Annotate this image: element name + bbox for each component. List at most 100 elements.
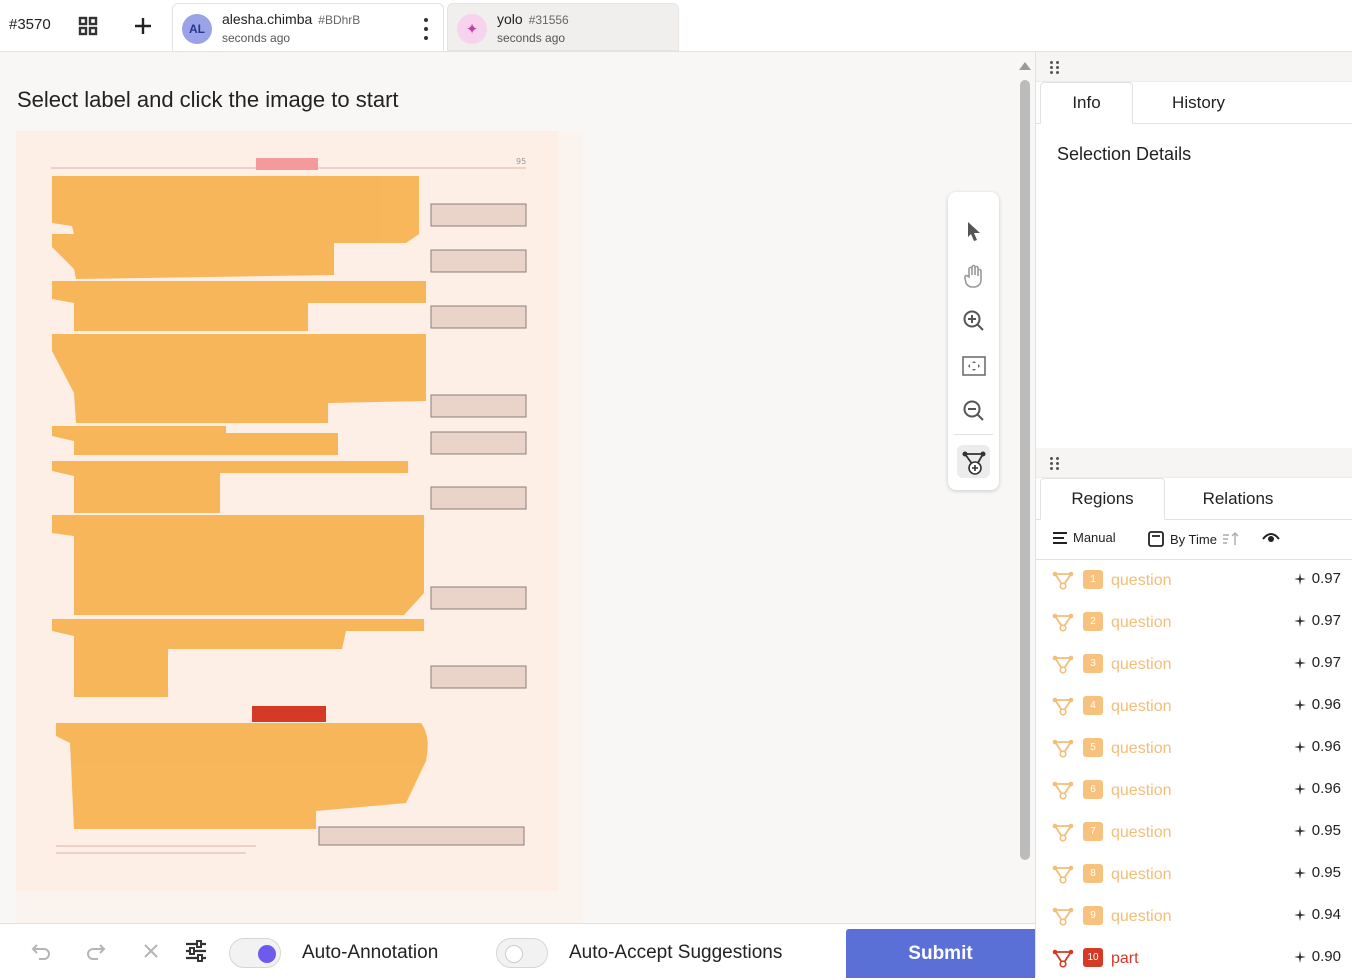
region-row[interactable]: 8 question 0.95 xyxy=(1036,854,1352,896)
tab-hash: #31556 xyxy=(528,13,569,27)
regions-filter-bar: Manual By Time xyxy=(1036,519,1352,560)
region-label: part xyxy=(1111,950,1139,967)
sparkle-score-icon xyxy=(1293,950,1306,963)
visibility-toggle-icon[interactable] xyxy=(1262,530,1280,544)
region-score: 0.96 xyxy=(1311,780,1341,797)
region-row[interactable]: 2 question 0.97 xyxy=(1036,602,1352,644)
avatar: AL xyxy=(182,14,212,44)
tab-annotation-alesha[interactable]: AL alesha.chimba #BDhrB seconds ago xyxy=(172,3,444,51)
tab-hash: #BDhrB xyxy=(318,13,361,27)
sparkle-score-icon xyxy=(1293,824,1306,837)
region-number-badge: 4 xyxy=(1083,696,1103,715)
zoom-out-icon[interactable] xyxy=(957,394,990,427)
bottom-toolbar: Auto-Annotation Auto-Accept Suggestions … xyxy=(0,923,1035,978)
vertical-scrollbar[interactable] xyxy=(1019,60,1031,920)
region-label: question xyxy=(1111,572,1172,589)
region-score: 0.95 xyxy=(1311,864,1341,881)
task-id: #3570 xyxy=(9,16,51,33)
regions-tabs: Regions Relations xyxy=(1036,478,1352,520)
region-score: 0.97 xyxy=(1311,570,1341,587)
sparkle-score-icon xyxy=(1293,572,1306,585)
tab-model-name: yolo xyxy=(497,11,523,27)
drag-grip-icon[interactable] xyxy=(1050,61,1060,74)
document-image[interactable]: 95 xyxy=(16,131,583,923)
grid-icon[interactable] xyxy=(74,12,102,40)
list-icon xyxy=(1053,531,1067,544)
region-row[interactable]: 10 part 0.90 xyxy=(1036,938,1352,980)
region-row[interactable]: 5 question 0.96 xyxy=(1036,728,1352,770)
tab-relations[interactable]: Relations xyxy=(1168,478,1308,520)
submit-button[interactable]: Submit xyxy=(846,929,1035,978)
polygon-region-icon xyxy=(1052,655,1074,674)
question-region-1 xyxy=(52,176,419,243)
region-number-badge: 9 xyxy=(1083,906,1103,925)
sort-by-time-button[interactable]: By Time xyxy=(1147,530,1240,548)
reset-close-icon[interactable] xyxy=(138,938,164,964)
scroll-up-arrow-icon[interactable] xyxy=(1019,62,1031,70)
tab-info[interactable]: Info xyxy=(1040,82,1133,124)
sparkle-score-icon xyxy=(1293,698,1306,711)
region-row[interactable]: 4 question 0.96 xyxy=(1036,686,1352,728)
region-label: question xyxy=(1111,908,1172,925)
region-row[interactable]: 6 question 0.96 xyxy=(1036,770,1352,812)
question-region-7 xyxy=(52,515,424,615)
region-score: 0.90 xyxy=(1311,948,1341,965)
instruction-text: Select label and click the image to star… xyxy=(17,87,399,112)
title-region xyxy=(256,158,318,170)
hand-pan-icon[interactable] xyxy=(957,259,990,292)
auto-accept-label: Auto-Accept Suggestions xyxy=(569,942,783,963)
auto-annotation-toggle[interactable] xyxy=(229,938,281,968)
manual-order-button[interactable]: Manual xyxy=(1052,530,1116,545)
right-sidebar: Info History Selection Details Regions R… xyxy=(1035,52,1352,977)
region-score: 0.96 xyxy=(1311,738,1341,755)
drag-grip-icon[interactable] xyxy=(1050,457,1060,470)
question-region-5 xyxy=(52,426,338,455)
auto-accept-toggle[interactable] xyxy=(496,938,548,968)
region-number-badge: 3 xyxy=(1083,654,1103,673)
tool-divider xyxy=(954,434,993,435)
kebab-menu-icon[interactable] xyxy=(423,18,429,40)
question-region-6 xyxy=(52,461,408,513)
selection-details-title: Selection Details xyxy=(1057,144,1192,164)
question-region-2 xyxy=(52,234,334,279)
region-score: 0.95 xyxy=(1311,822,1341,839)
question-region-3 xyxy=(52,281,426,331)
region-label: question xyxy=(1111,782,1172,799)
region-label: question xyxy=(1111,698,1172,715)
region-number-badge: 1 xyxy=(1083,570,1103,589)
region-score: 0.97 xyxy=(1311,612,1341,629)
region-label: question xyxy=(1111,740,1172,757)
region-row[interactable]: 7 question 0.95 xyxy=(1036,812,1352,854)
polygon-region-icon xyxy=(1052,865,1074,884)
panel-drag-handle[interactable] xyxy=(1036,448,1352,478)
settings-sliders-icon[interactable] xyxy=(183,938,209,964)
tab-user-name: alesha.chimba xyxy=(222,11,313,27)
region-row[interactable]: 9 question 0.94 xyxy=(1036,896,1352,938)
region-number-badge: 10 xyxy=(1083,948,1103,967)
redo-icon[interactable] xyxy=(83,938,109,964)
info-tabs: Info History xyxy=(1036,82,1352,124)
tab-prediction-yolo[interactable]: ✦ yolo #31556 seconds ago xyxy=(447,3,679,51)
zoom-in-icon[interactable] xyxy=(957,304,990,337)
question-region-9 xyxy=(56,723,428,829)
sparkle-icon: ✦ xyxy=(457,14,487,44)
region-overlays[interactable]: 95 xyxy=(16,131,583,923)
question-region-4 xyxy=(52,334,426,423)
scroll-thumb[interactable] xyxy=(1020,80,1030,860)
polygon-add-icon[interactable] xyxy=(957,445,990,478)
region-label: question xyxy=(1111,656,1172,673)
pointer-icon[interactable] xyxy=(957,214,990,247)
undo-icon[interactable] xyxy=(28,938,54,964)
fit-screen-icon[interactable] xyxy=(957,349,990,382)
svg-text:95: 95 xyxy=(516,157,526,166)
sparkle-score-icon xyxy=(1293,656,1306,669)
region-number-badge: 6 xyxy=(1083,780,1103,799)
plus-icon[interactable] xyxy=(129,12,157,40)
region-row[interactable]: 1 question 0.97 xyxy=(1036,560,1352,602)
sparkle-score-icon xyxy=(1293,614,1306,627)
tab-history[interactable]: History xyxy=(1136,82,1261,124)
region-row[interactable]: 3 question 0.97 xyxy=(1036,644,1352,686)
polygon-region-icon xyxy=(1052,613,1074,632)
tab-regions[interactable]: Regions xyxy=(1040,478,1165,520)
panel-drag-handle[interactable] xyxy=(1036,52,1352,82)
